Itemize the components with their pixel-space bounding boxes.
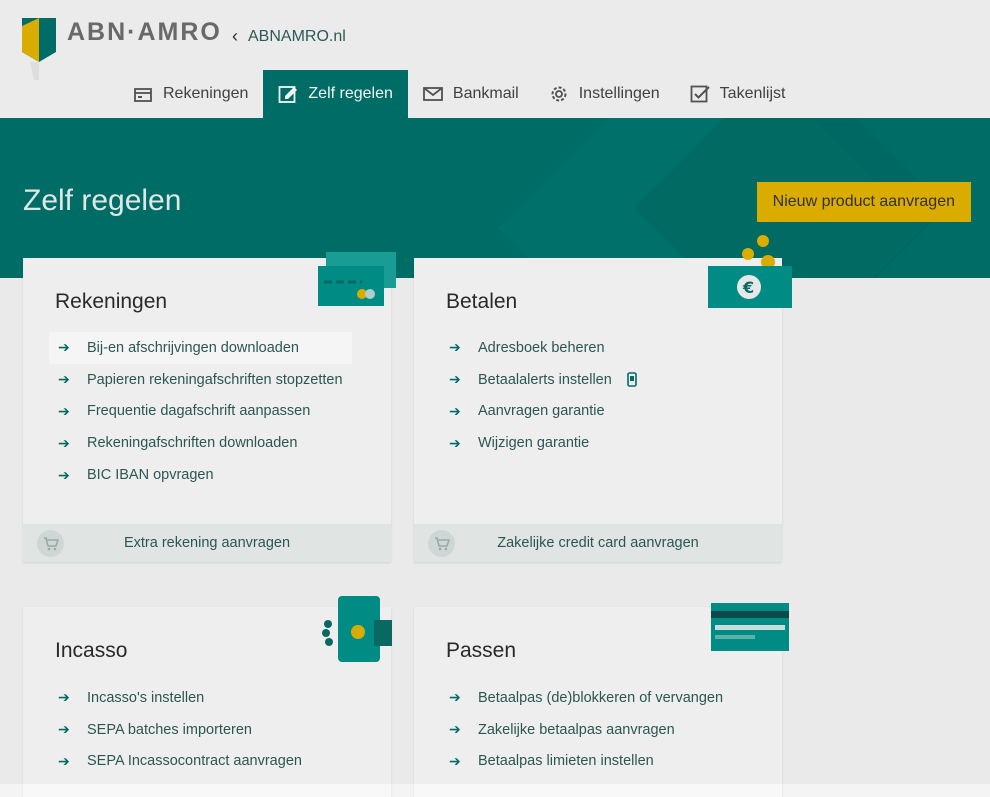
tab-instellingen[interactable]: Instellingen [534, 70, 675, 118]
tab-label: Bankmail [452, 85, 519, 102]
wallet-icon [134, 88, 152, 102]
arrow-right-icon: ➔ [58, 339, 70, 356]
arrow-right-icon: ➔ [449, 339, 461, 356]
list-item-label: Aanvragen garantie [478, 403, 605, 420]
tab-takenlijst[interactable]: Takenlijst [675, 70, 801, 118]
card-title: Rekeningen [55, 290, 168, 313]
checkbox-icon [690, 85, 710, 103]
footer-label: Zakelijke credit card aanvragen [497, 535, 699, 551]
tab-label: Takenlijst [719, 85, 786, 102]
cart-icon [37, 530, 64, 557]
footer-label: Extra rekening aanvragen [123, 535, 291, 551]
main-nav: Rekeningen Zelf regelen Bankmail Instell… [118, 70, 800, 118]
arrow-right-icon: ➔ [58, 689, 70, 706]
back-link-label: ABNAMRO.nl [248, 27, 346, 45]
list-item-label: SEPA batches importeren [87, 721, 252, 738]
list-item[interactable]: ➔ Betaalalerts instellen [440, 364, 648, 396]
brand-wordmark: ABN·AMRO [67, 18, 222, 46]
list-item[interactable]: ➔ SEPA Incassocontract aanvragen [49, 746, 311, 778]
list-item[interactable]: ➔ Aanvragen garantie [440, 396, 648, 428]
list-item-label: Adresboek beheren [478, 339, 605, 356]
list-item-label: Betaalalerts instellen [478, 371, 612, 388]
list-item[interactable]: ➔ Frequentie dagafschrift aanpassen [49, 396, 352, 428]
list-item-label: Frequentie dagafschrift aanpassen [87, 403, 311, 420]
hand-coin-illustration-icon [322, 596, 392, 662]
tab-zelf-regelen[interactable]: Zelf regelen [263, 70, 408, 118]
link-list: ➔ Adresboek beheren ➔ Betaalalerts instell… [440, 332, 648, 459]
tab-rekeningen[interactable]: Rekeningen [118, 70, 263, 118]
link-list: ➔ Incasso's instellen ➔ SEPA batches impor… [49, 682, 311, 777]
page-title: Zelf regelen [23, 184, 182, 217]
credit-cards-illustration-icon [318, 252, 396, 306]
tab-label: Instellingen [578, 85, 660, 102]
list-item[interactable]: ➔ SEPA batches importeren [49, 714, 311, 746]
list-item-label: Bij-en afschrijvingen downloaden [87, 339, 299, 356]
cart-icon [428, 530, 455, 557]
arrow-right-icon: ➔ [58, 434, 70, 451]
list-item-label: Papieren rekeningafschriften stopzetten [87, 371, 343, 388]
list-item[interactable]: ➔ Bij-en afschrijvingen downloaden [49, 332, 352, 364]
list-item[interactable]: ➔ Papieren rekeningafschriften stopzetten [49, 364, 352, 396]
card-title: Passen [446, 639, 517, 662]
list-item[interactable]: ➔ Betaalpas (de)blokkeren of vervangen [440, 682, 732, 714]
list-item[interactable]: ➔ BIC IBAN opvragen [49, 459, 352, 491]
arrow-right-icon: ➔ [58, 721, 70, 738]
abn-amro-logo[interactable]: ABN·AMRO [22, 18, 220, 80]
arrow-right-icon: ➔ [449, 752, 461, 769]
list-item-label: Betaalpas (de)blokkeren of vervangen [478, 689, 724, 706]
link-list: ➔ Bij-en afschrijvingen downloaden ➔ Papie… [49, 332, 352, 491]
arrow-right-icon: ➔ [58, 466, 70, 483]
arrow-right-icon: ➔ [58, 402, 70, 419]
list-item-label: SEPA Incassocontract aanvragen [87, 753, 302, 770]
euro-money-illustration-icon: € [708, 235, 792, 308]
tab-label: Rekeningen [163, 85, 249, 102]
arrow-right-icon: ➔ [449, 689, 461, 706]
shield-logo-icon [22, 18, 56, 80]
chevron-left-icon: ‹ [232, 26, 238, 46]
list-item[interactable]: ➔ Adresboek beheren [440, 332, 648, 364]
new-product-button[interactable]: Nieuw product aanvragen [756, 182, 971, 222]
bank-card-illustration-icon [711, 603, 789, 651]
list-item-label: Betaalpas limieten instellen [478, 753, 654, 770]
card-footer-link[interactable]: Zakelijke credit card aanvragen [414, 524, 782, 562]
top-header: ABN·AMRO ‹ ABNAMRO.nl Rekeningen Zelf re… [0, 0, 990, 118]
hero-banner: Zelf regelen Nieuw product aanvragen [0, 118, 990, 278]
arrow-right-icon: ➔ [449, 371, 461, 388]
tab-bankmail[interactable]: Bankmail [408, 70, 534, 118]
card-title: Incasso [55, 639, 128, 662]
back-link[interactable]: ‹ ABNAMRO.nl [232, 26, 346, 47]
arrow-right-icon: ➔ [449, 402, 461, 419]
arrow-right-icon: ➔ [58, 752, 70, 769]
mail-icon [423, 87, 443, 101]
svg-text:€: € [742, 278, 754, 297]
list-item[interactable]: ➔ Zakelijke betaalpas aanvragen [440, 714, 732, 746]
tab-label: Zelf regelen [308, 85, 393, 102]
list-item-label: Zakelijke betaalpas aanvragen [478, 721, 675, 738]
list-item[interactable]: ➔ Betaalpas limieten instellen [440, 746, 732, 778]
arrow-right-icon: ➔ [449, 434, 461, 451]
list-item[interactable]: ➔ Incasso's instellen [49, 682, 311, 714]
mobile-phone-icon [625, 372, 639, 388]
card-footer-link[interactable]: Extra rekening aanvragen [23, 524, 391, 562]
gear-icon [551, 86, 567, 102]
arrow-right-icon: ➔ [449, 721, 461, 738]
list-item[interactable]: ➔ Wijzigen garantie [440, 427, 648, 459]
list-item-label: Rekeningafschriften downloaden [87, 435, 298, 452]
list-item-label: Wijzigen garantie [478, 435, 590, 452]
link-list: ➔ Betaalpas (de)blokkeren of vervangen ➔ Z… [440, 682, 732, 777]
list-item[interactable]: ➔ Rekeningafschriften downloaden [49, 427, 352, 459]
list-item-label: BIC IBAN opvragen [87, 467, 214, 484]
card-title: Betalen [446, 290, 518, 313]
edit-icon [279, 86, 298, 103]
list-item-label: Incasso's instellen [87, 689, 205, 706]
arrow-right-icon: ➔ [58, 371, 70, 388]
